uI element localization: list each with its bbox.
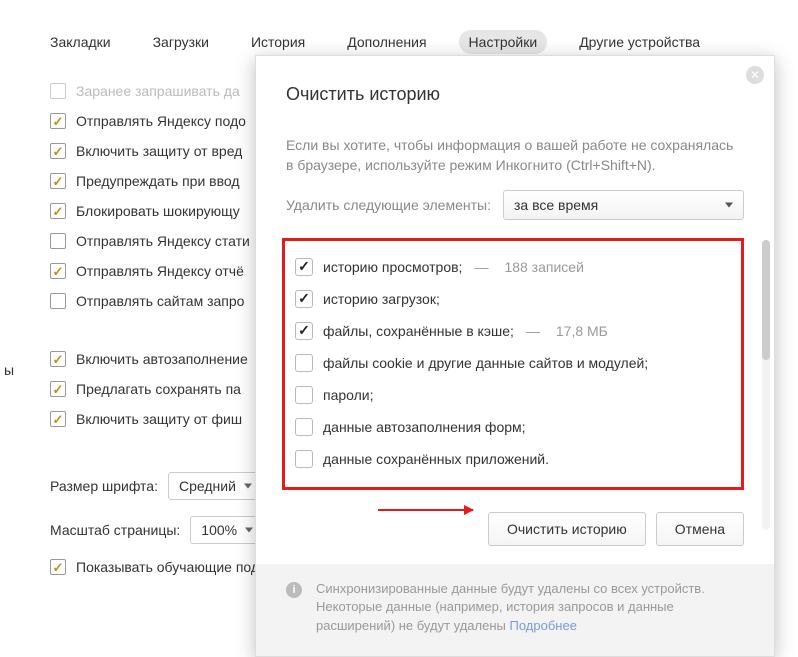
setting-label: Предупреждать при ввод xyxy=(76,173,240,189)
tab-addons[interactable]: Дополнения xyxy=(337,30,436,54)
checkbox[interactable] xyxy=(50,143,66,159)
cutoff-char: ы xyxy=(0,362,14,386)
item-meta: 17,8 МБ xyxy=(556,323,608,339)
checkbox[interactable] xyxy=(50,293,66,309)
item-label: файлы cookie и другие данные сайтов и мо… xyxy=(323,355,648,371)
dialog-footer: i Синхронизированные данные будут удален… xyxy=(256,564,774,657)
annotation-box: историю просмотров; — 188 записей истори… xyxy=(282,238,744,490)
clear-item-appdata: данные сохранённых приложений. xyxy=(295,443,727,475)
checkbox[interactable] xyxy=(295,418,313,436)
tab-settings[interactable]: Настройки xyxy=(459,30,548,54)
item-label: пароли; xyxy=(323,387,374,403)
tab-history[interactable]: История xyxy=(241,30,315,54)
setting-label: Отправлять Яндексу отчё xyxy=(76,263,244,279)
checkbox[interactable] xyxy=(50,351,66,367)
info-icon: i xyxy=(286,582,302,598)
checkbox[interactable] xyxy=(295,322,313,340)
clear-item-browsing: историю просмотров; — 188 записей xyxy=(295,251,727,283)
clear-item-cookies: файлы cookie и другие данные сайтов и мо… xyxy=(295,347,727,379)
setting-label: Включить защиту от фиш xyxy=(76,411,242,427)
font-size-select[interactable]: Средний xyxy=(168,472,261,500)
checkbox[interactable] xyxy=(50,381,66,397)
item-label: файлы, сохранённые в кэше; xyxy=(323,323,514,339)
checkbox[interactable] xyxy=(50,559,66,575)
setting-label: Заранее запрашивать да xyxy=(76,83,240,99)
item-label: данные сохранённых приложений. xyxy=(323,451,549,467)
learn-more-link[interactable]: Подробнее xyxy=(510,618,577,633)
item-meta: 188 записей xyxy=(504,259,583,275)
checkbox[interactable] xyxy=(50,203,66,219)
checkbox[interactable] xyxy=(295,354,313,372)
zoom-select[interactable]: 100% xyxy=(190,516,262,544)
checkbox[interactable] xyxy=(50,233,66,249)
checkbox[interactable] xyxy=(295,386,313,404)
close-icon[interactable]: ✕ xyxy=(746,66,764,84)
scrollbar[interactable] xyxy=(762,240,770,530)
time-range-select[interactable]: за все время xyxy=(503,190,744,220)
scrollbar-thumb[interactable] xyxy=(762,240,770,360)
setting-label: Отправлять Яндексу подо xyxy=(76,113,246,129)
clear-item-cache: файлы, сохранённые в кэше; — 17,8 МБ xyxy=(295,315,727,347)
checkbox[interactable] xyxy=(50,263,66,279)
checkbox[interactable] xyxy=(50,411,66,427)
clear-history-dialog: ✕ Очистить историю Если вы хотите, чтобы… xyxy=(255,55,775,657)
checkbox[interactable] xyxy=(50,173,66,189)
font-size-label: Размер шрифта: xyxy=(50,478,158,494)
setting-label: Блокировать шокирующу xyxy=(76,203,240,219)
checkbox[interactable] xyxy=(295,290,313,308)
annotation-arrow xyxy=(378,509,473,511)
tab-other-devices[interactable]: Другие устройства xyxy=(569,30,710,54)
dialog-title: Очистить историю xyxy=(256,56,774,115)
item-label: историю просмотров; xyxy=(323,259,462,275)
delete-label: Удалить следующие элементы: xyxy=(286,197,491,213)
checkbox[interactable] xyxy=(295,450,313,468)
clear-item-passwords: пароли; xyxy=(295,379,727,411)
footer-text: Синхронизированные данные будут удалены … xyxy=(316,580,744,637)
dialog-subtitle: Если вы хотите, чтобы информация о вашей… xyxy=(256,115,774,176)
setting-label: Отправлять Яндексу стати xyxy=(76,233,250,249)
zoom-label: Масштаб страницы: xyxy=(50,522,180,538)
tab-bookmarks[interactable]: Закладки xyxy=(40,30,121,54)
item-label: данные автозаполнения форм; xyxy=(323,419,526,435)
setting-label: Включить защиту от вред xyxy=(76,143,242,159)
setting-label: Предлагать сохранять па xyxy=(76,381,241,397)
checkbox[interactable] xyxy=(50,113,66,129)
checkbox[interactable] xyxy=(295,258,313,276)
setting-label: Отправлять сайтам запро xyxy=(76,293,244,309)
item-label: историю загрузок; xyxy=(323,291,440,307)
setting-label: Включить автозаполнение xyxy=(76,351,248,367)
cancel-button[interactable]: Отмена xyxy=(656,512,744,546)
tab-downloads[interactable]: Загрузки xyxy=(143,30,219,54)
clear-history-button[interactable]: Очистить историю xyxy=(488,512,646,546)
checkbox[interactable] xyxy=(50,83,66,99)
clear-item-downloads: историю загрузок; xyxy=(295,283,727,315)
clear-item-autofill: данные автозаполнения форм; xyxy=(295,411,727,443)
